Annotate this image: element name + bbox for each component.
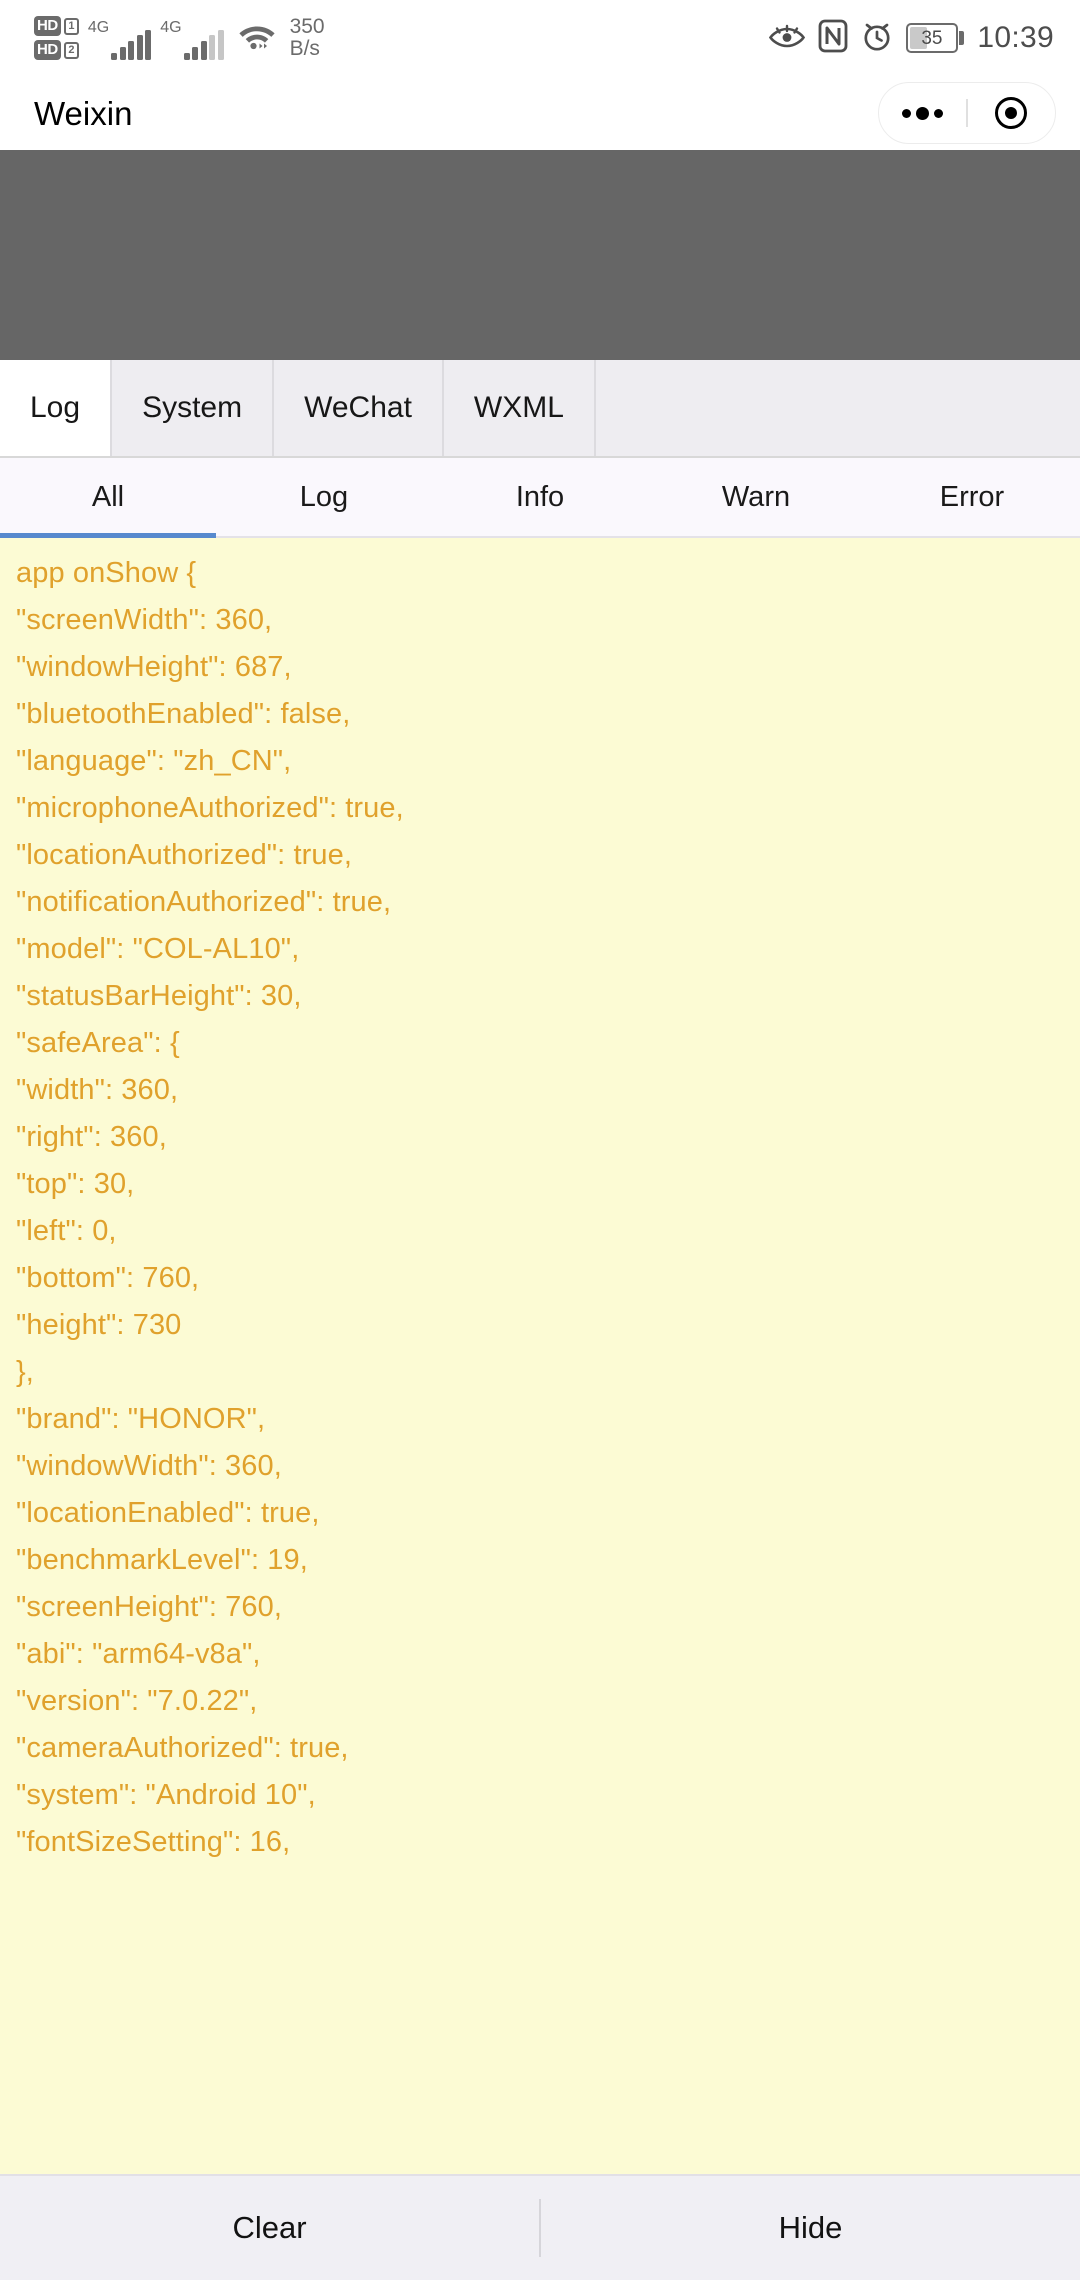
battery-percent-label: 35: [921, 27, 943, 49]
log-line: "right": 360,: [16, 1121, 167, 1153]
log-line: "screenHeight": 760,: [16, 1591, 283, 1623]
log-line: "version": "7.0.22",: [16, 1685, 258, 1717]
vconsole-tab-bar: Log System WeChat WXML: [0, 360, 1080, 458]
log-line: "windowHeight": 687,: [16, 651, 292, 683]
miniprogram-page-stage[interactable]: [0, 150, 1080, 360]
log-line: "microphoneAuthorized": true,: [16, 792, 404, 824]
tab-wechat[interactable]: WeChat: [274, 360, 444, 456]
filter-info[interactable]: Info: [432, 458, 648, 536]
target-circle-icon: [995, 97, 1028, 129]
filter-label: Warn: [721, 480, 791, 513]
hide-button-label: Hide: [778, 2210, 843, 2245]
log-line: "cameraAuthorized": true,: [16, 1732, 349, 1764]
app-root: HD 1 HD 2 4G 4G 350 B/s 35 10:39 Weixin …: [0, 0, 1080, 2280]
log-output-view[interactable]: app onShow { "screenWidth": 360, "windowHe…: [0, 538, 1080, 2176]
navigation-bar: Weixin: [0, 76, 1080, 150]
log-filter-bar: All Log Info Warn Error: [0, 458, 1080, 538]
log-line: "bluetoothEnabled": false,: [16, 698, 351, 730]
network-speed-indicator: 350 B/s: [289, 14, 325, 60]
log-line: "system": "Android 10",: [16, 1779, 316, 1811]
log-line: "locationEnabled": true,: [16, 1497, 320, 1529]
tab-log[interactable]: Log: [0, 360, 113, 456]
log-line: "top": 30,: [16, 1168, 135, 1200]
signal-group-1: 4G: [87, 16, 152, 60]
log-line: "language": "zh_CN",: [16, 745, 292, 777]
page-title: Weixin: [34, 94, 133, 132]
log-line: "abi": "arm64-v8a",: [16, 1638, 261, 1670]
clear-button[interactable]: Clear: [0, 2176, 539, 2280]
filter-all[interactable]: All: [0, 458, 216, 538]
log-line: "safeArea": {: [16, 1027, 180, 1059]
log-line: },: [16, 1356, 34, 1388]
log-line: "brand": "HONOR",: [16, 1403, 266, 1435]
signal-bars-icon: [111, 30, 152, 60]
dual-sim-hd-indicator: HD 1 HD 2: [34, 16, 79, 60]
hide-button[interactable]: Hide: [541, 2176, 1080, 2280]
eye-comfort-icon: [768, 20, 805, 57]
log-line: "bottom": 760,: [16, 1262, 200, 1294]
tab-empty[interactable]: [595, 360, 1080, 456]
tab-system[interactable]: System: [112, 360, 275, 456]
sim1-number-icon: 1: [63, 17, 79, 35]
alarm-icon: [861, 19, 893, 58]
battery-icon: 35: [905, 23, 965, 53]
network-type-label: 4G: [160, 19, 182, 36]
filter-label: All: [91, 480, 125, 513]
filter-label: Log: [299, 480, 349, 513]
tab-label: Log: [30, 391, 81, 424]
log-line: "left": 0,: [16, 1215, 117, 1247]
hd-badge-icon: HD: [34, 40, 61, 60]
status-bar-left: HD 1 HD 2 4G 4G 350 B/s: [34, 14, 325, 60]
tab-label: WXML: [473, 391, 564, 424]
more-dots-icon: [902, 106, 944, 120]
log-line: "statusBarHeight": 30,: [16, 980, 302, 1012]
battery-cap: [959, 31, 965, 45]
filter-warn[interactable]: Warn: [648, 458, 864, 536]
tab-wxml[interactable]: WXML: [443, 360, 596, 456]
filter-log[interactable]: Log: [216, 458, 432, 536]
log-line: "height": 730: [16, 1309, 182, 1341]
nfc-icon: [818, 19, 848, 58]
filter-label: Error: [939, 480, 1005, 513]
battery-body: 35: [905, 23, 958, 53]
log-line: "model": "COL-AL10",: [16, 933, 300, 965]
status-bar-right: 35 10:39: [768, 19, 1054, 58]
network-speed-value: 350: [289, 14, 325, 38]
log-line: "width": 360,: [16, 1074, 179, 1106]
log-line: "windowWidth": 360,: [16, 1450, 282, 1482]
tab-label: WeChat: [304, 391, 412, 424]
signal-group-2: 4G: [160, 16, 224, 60]
network-type-label: 4G: [87, 19, 110, 36]
vconsole-action-bar: Clear Hide: [0, 2176, 1080, 2280]
clear-button-label: Clear: [232, 2210, 307, 2245]
status-bar-clock: 10:39: [977, 21, 1054, 54]
sim1-row: HD 1: [34, 16, 79, 36]
log-line: "notificationAuthorized": true,: [16, 886, 392, 918]
tab-label: System: [142, 391, 243, 424]
hd-badge-icon: HD: [34, 16, 61, 36]
log-line: "fontSizeSetting": 16,: [16, 1826, 291, 1858]
status-bar: HD 1 HD 2 4G 4G 350 B/s 35 10:39: [0, 0, 1080, 76]
log-line: "locationAuthorized": true,: [16, 839, 353, 871]
sim2-number-icon: 2: [63, 41, 79, 59]
log-line: app onShow {: [16, 557, 197, 589]
signal-bars-icon: [183, 30, 224, 60]
sim2-row: HD 2: [34, 40, 79, 60]
network-speed-unit: B/s: [289, 37, 320, 60]
wechat-capsule: [878, 82, 1056, 144]
filter-label: Info: [515, 480, 565, 513]
log-line: "screenWidth": 360,: [16, 604, 273, 636]
close-miniprogram-button[interactable]: [968, 83, 1055, 143]
wifi-icon: [237, 19, 277, 56]
filter-error[interactable]: Error: [864, 458, 1080, 536]
vconsole-panel: Log System WeChat WXML All Log Info Warn…: [0, 360, 1080, 2280]
log-line: "benchmarkLevel": 19,: [16, 1544, 308, 1576]
more-menu-button[interactable]: [879, 83, 966, 143]
